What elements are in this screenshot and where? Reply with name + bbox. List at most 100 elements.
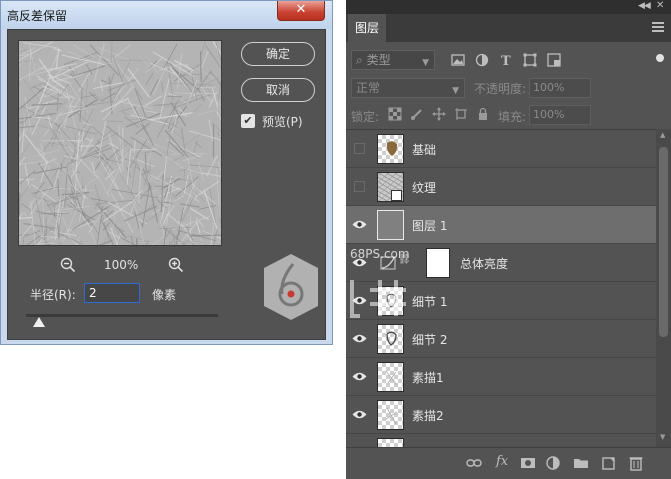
panel-tab-strip: 图层 bbox=[346, 14, 671, 42]
layer-name[interactable]: 细节 1 bbox=[412, 293, 447, 310]
eye-icon[interactable] bbox=[352, 333, 367, 344]
zoom-level: 100% bbox=[104, 258, 139, 272]
layer-row-detail1[interactable]: 细节 1 bbox=[346, 282, 656, 320]
scroll-down-icon[interactable]: ▼ bbox=[660, 433, 665, 441]
layer-mask-thumbnail[interactable] bbox=[426, 248, 450, 278]
layer-name[interactable]: 图层 1 bbox=[412, 217, 447, 234]
radius-slider-track[interactable] bbox=[26, 314, 218, 317]
layer-thumbnail bbox=[377, 400, 404, 430]
svg-text:T: T bbox=[501, 54, 511, 68]
sketch-thumbnail-icon bbox=[385, 407, 398, 425]
layer-row-texture[interactable]: 纹理 bbox=[346, 168, 656, 206]
cancel-button[interactable]: 取消 bbox=[241, 78, 315, 102]
layer-name[interactable]: 素描2 bbox=[412, 407, 444, 424]
layer-name[interactable]: 细节 2 bbox=[412, 331, 447, 348]
filter-kind-value: 类型 bbox=[366, 53, 391, 67]
layer-row-detail2[interactable]: 细节 2 bbox=[346, 320, 656, 358]
layer-row-sketch1[interactable]: 素描1 bbox=[346, 358, 656, 396]
dialog-body: 100% 半径(R): 像素 确定 取消 ✔ 预览(P) bbox=[7, 29, 326, 340]
opacity-label: 不透明度: bbox=[474, 82, 527, 96]
layer-row-base[interactable]: 基础 bbox=[346, 130, 656, 168]
visibility-toggle-off[interactable] bbox=[354, 143, 365, 154]
scroll-up-icon[interactable]: ▲ bbox=[660, 131, 665, 139]
panel-menu-icon[interactable] bbox=[652, 22, 664, 32]
sketch-thumbnail-icon bbox=[386, 331, 397, 346]
smart-object-badge-icon bbox=[391, 190, 402, 201]
chevron-down-icon: ▼ bbox=[452, 86, 459, 96]
layer-row-layer1[interactable]: 图层 1 bbox=[346, 206, 656, 244]
dialog-titlebar[interactable]: 高反差保留 ✕ bbox=[1, 1, 332, 29]
smart-object-filter-icon[interactable] bbox=[546, 52, 562, 68]
opacity-field[interactable]: 100% bbox=[529, 78, 591, 98]
layer-row-sketch2[interactable]: 素描2 bbox=[346, 396, 656, 434]
fill-label: 填充: bbox=[498, 110, 527, 124]
layer-list: 基础 纹理 图层 1 ⛓ 总体亮度 细节 1 细节 2 素描1 素描2 bbox=[346, 129, 656, 447]
sketch-thumbnail-icon bbox=[385, 370, 398, 386]
filter-toggle-icon[interactable] bbox=[656, 54, 664, 62]
preview-texture bbox=[19, 41, 221, 245]
chevron-down-icon: ▼ bbox=[422, 58, 429, 68]
layer-thumbnail bbox=[377, 438, 404, 447]
layer-name[interactable]: 基础 bbox=[412, 141, 436, 158]
eye-icon[interactable] bbox=[352, 371, 367, 382]
shape-filter-icon[interactable] bbox=[522, 52, 538, 68]
new-group-folder-icon[interactable] bbox=[573, 455, 589, 471]
layer-name[interactable]: 纹理 bbox=[412, 179, 436, 196]
zoom-out-icon[interactable] bbox=[60, 257, 76, 273]
eye-icon[interactable] bbox=[352, 409, 367, 420]
layer-list-scrollbar[interactable]: ▲ ▼ bbox=[656, 129, 671, 447]
tab-layers[interactable]: 图层 bbox=[348, 14, 386, 42]
link-layers-icon[interactable] bbox=[466, 455, 482, 471]
radius-input[interactable] bbox=[84, 283, 140, 303]
lock-position-icon[interactable] bbox=[432, 107, 446, 121]
collapse-panel-icon[interactable]: ◀◀ bbox=[638, 1, 651, 11]
portrait-thumbnail-icon bbox=[386, 141, 398, 156]
dialog-close-button[interactable]: ✕ bbox=[277, 1, 325, 21]
type-filter-icon[interactable]: T bbox=[498, 52, 514, 68]
layer-filter-select[interactable]: ⌕ 类型 ▼ bbox=[351, 50, 435, 70]
layer-row-partial[interactable] bbox=[346, 434, 656, 447]
radius-slider-thumb[interactable] bbox=[33, 317, 46, 327]
watermark-site-text: 68PS.com bbox=[350, 247, 410, 261]
high-pass-dialog: 高反差保留 ✕ 100% 半径(R): 像素 bbox=[0, 0, 333, 345]
visibility-toggle-off[interactable] bbox=[354, 181, 365, 192]
close-panel-icon[interactable]: ✕ bbox=[656, 0, 664, 11]
layer-thumbnail bbox=[377, 134, 404, 164]
zoom-in-icon[interactable] bbox=[168, 257, 184, 273]
adjustment-filter-icon[interactable] bbox=[474, 52, 490, 68]
filter-search-icon: ⌕ bbox=[356, 53, 363, 67]
dialog-title: 高反差保留 bbox=[7, 9, 68, 23]
filter-preview-image[interactable] bbox=[18, 40, 222, 246]
lock-pixels-brush-icon[interactable] bbox=[410, 107, 424, 121]
layer-style-fx-icon[interactable]: fx bbox=[496, 454, 508, 469]
blend-mode-select[interactable]: 正常 ▼ bbox=[351, 78, 465, 98]
lock-artboard-icon[interactable] bbox=[454, 107, 468, 121]
lock-transparency-icon[interactable] bbox=[388, 107, 402, 121]
layer-thumbnail bbox=[377, 362, 404, 392]
add-mask-icon[interactable] bbox=[520, 455, 536, 471]
lock-label: 锁定: bbox=[351, 110, 380, 124]
pixel-filter-icon[interactable] bbox=[450, 52, 466, 68]
screenshot-root: 高反差保留 ✕ 100% 半径(R): 像素 bbox=[0, 0, 671, 479]
ok-button[interactable]: 确定 bbox=[241, 42, 315, 66]
layers-panel: ◀◀ ✕ 图层 ⌕ 类型 ▼ T 正常 ▼ 不透明度: 100% 锁定: 填充:… bbox=[346, 0, 671, 479]
layer-name[interactable]: 素描1 bbox=[412, 369, 444, 386]
layer-thumbnail bbox=[377, 324, 404, 354]
preview-label[interactable]: 预览(P) bbox=[262, 113, 303, 130]
panel-top-strip: ◀◀ ✕ bbox=[346, 0, 671, 14]
layer-name[interactable]: 总体亮度 bbox=[460, 255, 508, 272]
radius-unit: 像素 bbox=[152, 288, 177, 302]
radius-label: 半径(R): bbox=[30, 288, 76, 302]
trash-icon[interactable] bbox=[628, 455, 644, 471]
scrollbar-thumb[interactable] bbox=[659, 147, 668, 337]
lock-all-icon[interactable] bbox=[476, 107, 490, 121]
layers-bottom-bar: fx bbox=[346, 447, 671, 479]
new-adjustment-layer-icon[interactable] bbox=[545, 455, 561, 471]
eye-icon[interactable] bbox=[352, 219, 367, 230]
layer-thumbnail bbox=[377, 286, 404, 316]
preview-checkbox[interactable]: ✔ bbox=[241, 114, 255, 128]
new-layer-icon[interactable] bbox=[601, 455, 617, 471]
fill-field[interactable]: 100% bbox=[529, 105, 591, 125]
eye-icon[interactable] bbox=[352, 295, 367, 306]
sketch-thumbnail-icon bbox=[386, 293, 397, 308]
